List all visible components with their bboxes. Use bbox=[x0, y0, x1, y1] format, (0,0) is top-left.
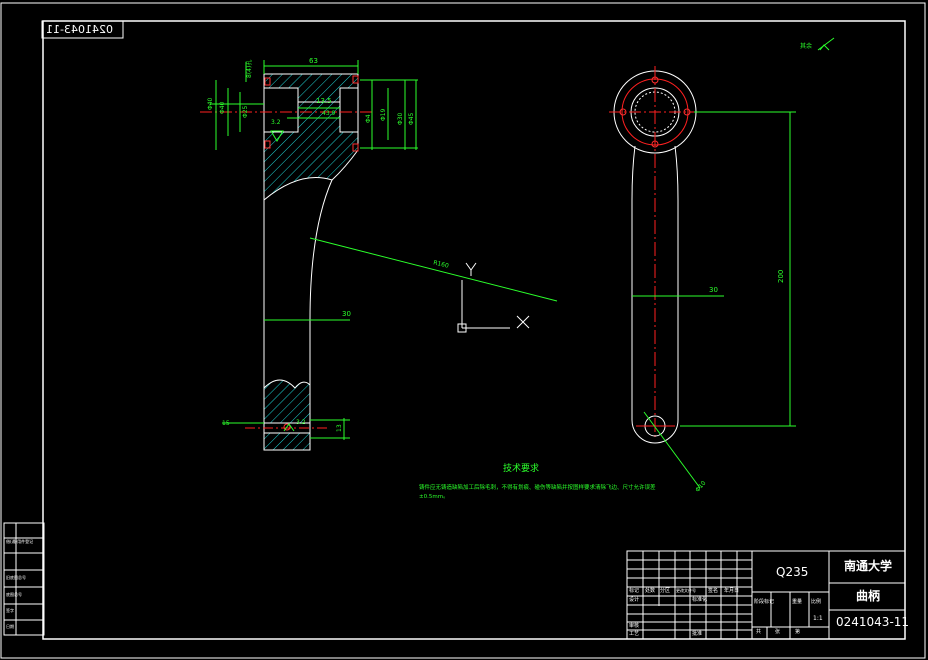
side-table-row-2: 底图总号 bbox=[6, 592, 22, 597]
hdr-change-doc: 更改文件号 bbox=[676, 588, 696, 593]
dim-right-dia-2: Φ30 bbox=[397, 112, 404, 125]
hdr-zone: 分区 bbox=[660, 588, 671, 594]
hdr-sheets: 张 bbox=[775, 629, 781, 635]
dim-right-length: 200 bbox=[777, 269, 785, 283]
side-table-row-3: 签字 bbox=[6, 608, 14, 613]
tech-req-title: 技术要求 bbox=[503, 464, 540, 474]
dim-roughness-bottom: 3.2 bbox=[296, 419, 306, 426]
inner-frame bbox=[42, 20, 906, 640]
stamp-number: 0241043-11 bbox=[46, 23, 113, 36]
dim-right-width: 30 bbox=[709, 286, 718, 294]
hdr-review: 审核 bbox=[629, 623, 640, 629]
drawing-svg bbox=[0, 2, 926, 659]
title-part-name: 曲柄 bbox=[856, 589, 881, 603]
dim-left-dia-1: Φ40 bbox=[207, 97, 214, 110]
dim-bottom-hole: 15 bbox=[222, 420, 230, 427]
dim-left-dia-3: Φ25 bbox=[242, 105, 249, 118]
dim-right-dia-3: Φ45 bbox=[408, 112, 415, 125]
dim-slot-label: Φ4 bbox=[365, 114, 372, 123]
tech-req-line2: ±0.5mm。 bbox=[419, 494, 449, 500]
tech-req-line1: 铸件应无铸造缺陷加工后除毛刺，不得有划痕、碰伤等缺陷并按图样要求清除飞边、尺寸允… bbox=[419, 485, 656, 491]
hdr-approve: 批准 bbox=[692, 631, 703, 637]
dim-shaft-width: 30 bbox=[342, 310, 351, 318]
dim-top-width: 63 bbox=[309, 57, 318, 65]
side-table-row-1: 旧底图总号 bbox=[6, 575, 26, 580]
hdr-total: 共 bbox=[756, 629, 762, 635]
plan-view bbox=[609, 66, 701, 444]
dim-flange-note: 8(4)孔 bbox=[246, 59, 253, 78]
ucs-icon bbox=[457, 262, 530, 333]
dim-bore-depth: 13.5 bbox=[316, 97, 332, 105]
title-drawing-no: 0241043-11 bbox=[836, 615, 910, 629]
dim-roughness-top: 3.2 bbox=[271, 119, 281, 126]
hdr-std: 标准化 bbox=[692, 597, 708, 603]
title-scale: 1:1 bbox=[813, 615, 823, 622]
section-view bbox=[200, 73, 372, 451]
side-table-row-4: 日期 bbox=[6, 624, 14, 629]
title-school: 南通大学 bbox=[844, 559, 893, 573]
hdr-weight: 重量 bbox=[792, 599, 803, 605]
hdr-scale: 比例 bbox=[811, 599, 822, 605]
hdr-process: 工艺 bbox=[629, 631, 640, 637]
title-material: Q235 bbox=[776, 565, 809, 579]
hdr-date: 年月日 bbox=[724, 588, 740, 594]
hdr-count: 处数 bbox=[645, 588, 656, 594]
roughness-note: 其余 bbox=[800, 43, 813, 50]
hdr-sign: 签名 bbox=[708, 588, 719, 594]
plan-dims bbox=[632, 37, 835, 489]
dim-left-dia-2: Φ40 bbox=[219, 101, 226, 114]
outer-border bbox=[0, 2, 926, 659]
hdr-design: 设计 bbox=[629, 597, 640, 603]
hdr-mark: 标记 bbox=[629, 588, 640, 594]
dim-right-dia-1: Φ19 bbox=[380, 108, 387, 121]
dim-bottom-thk: 13 bbox=[336, 424, 343, 432]
side-table-row-0: 借(通)用件登记 bbox=[6, 539, 34, 544]
dim-inner-length: 43.9 bbox=[322, 110, 336, 117]
cad-canvas: { "drawing": { "stamp_number": "0241043-… bbox=[0, 0, 928, 660]
hdr-stage-mark: 阶段标记 bbox=[754, 599, 775, 605]
hdr-page: 第 bbox=[795, 629, 801, 635]
